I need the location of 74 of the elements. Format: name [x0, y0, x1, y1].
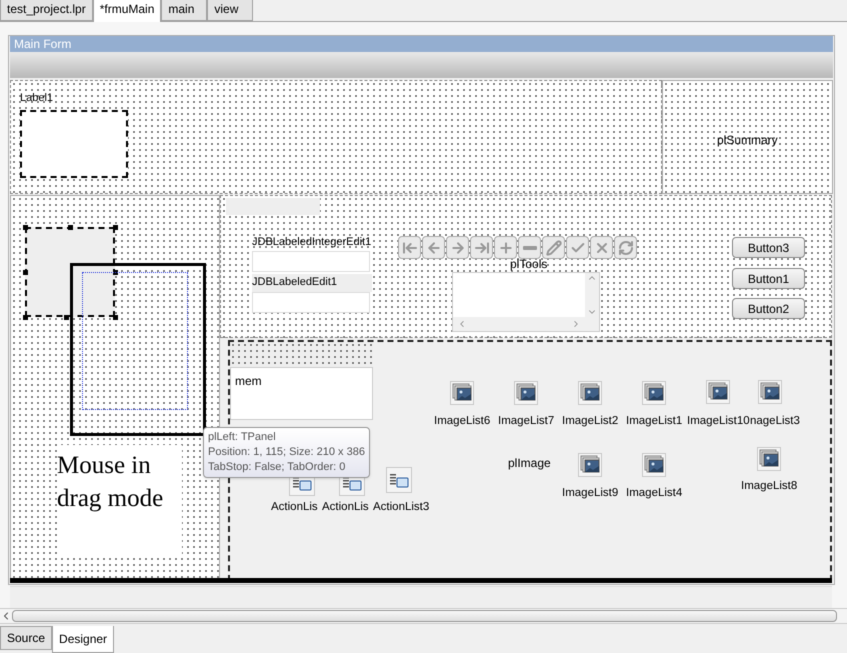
document-tab[interactable]: test_project.lpr	[0, 0, 93, 21]
input-field[interactable]	[252, 251, 370, 272]
navigator-button[interactable]	[518, 236, 541, 259]
navigator-button[interactable]	[542, 236, 565, 259]
plus-icon	[498, 240, 514, 256]
component-name: ImageList7	[498, 414, 554, 429]
document-tab[interactable]: main	[161, 0, 208, 21]
image-list-icon	[642, 381, 666, 405]
resize-handle[interactable]	[113, 270, 118, 275]
form-button[interactable]: Button1	[732, 268, 805, 289]
component-name: ImageList10	[687, 414, 750, 429]
navigator-button[interactable]	[446, 236, 469, 259]
resize-handle[interactable]	[113, 315, 118, 320]
selected-component[interactable]	[25, 227, 115, 317]
component-name: ActionList3	[373, 500, 430, 515]
input-field[interactable]	[252, 292, 370, 313]
image-list-icon	[642, 453, 666, 477]
tooltip-line: Position: 1, 115; Size: 210 x 386	[208, 445, 365, 460]
component-name: ImageList2	[562, 414, 618, 429]
component-name: ImageList1	[626, 414, 682, 429]
resize-handle[interactable]	[23, 225, 28, 230]
image-list-icon	[758, 380, 782, 404]
component-name: nageList3	[750, 414, 800, 429]
resize-handle[interactable]	[68, 225, 73, 230]
component-name: ImageList9	[562, 486, 618, 501]
component-name: ImageList8	[741, 479, 798, 494]
image-list-icon	[514, 381, 538, 405]
summary-caption: plSummary	[717, 132, 778, 149]
navigator-button[interactable]	[614, 236, 637, 259]
component-name: ActionLis	[271, 500, 318, 515]
form-button[interactable]: Button2	[732, 298, 805, 319]
horizontal-scrollbar[interactable]	[0, 608, 847, 624]
document-tab[interactable]: Designer	[52, 626, 114, 653]
image-list-icon	[578, 453, 602, 477]
action-list-icon	[386, 467, 412, 493]
last-record-icon	[474, 240, 490, 256]
field-label: JDBLabeledIntegerEdit1	[252, 235, 372, 250]
navigator-button[interactable]	[470, 236, 493, 259]
form-title: Main Form	[10, 36, 833, 52]
tooltip-line: plLeft: TPanel	[208, 430, 277, 445]
panel-caption: plTools	[510, 258, 548, 271]
navigator-button[interactable]	[422, 236, 445, 259]
image-list-icon	[450, 381, 474, 405]
pencil-icon	[546, 240, 562, 256]
tooltip-line: TabStop: False; TabOrder: 0	[208, 460, 346, 475]
field-label: JDBLabeledEdit1	[252, 274, 372, 292]
image-list-icon	[706, 380, 730, 404]
navigator-button[interactable]	[566, 236, 589, 259]
resize-handle[interactable]	[113, 225, 118, 230]
resize-handle[interactable]	[64, 315, 69, 320]
document-tab[interactable]: view	[207, 0, 254, 21]
first-record-icon	[402, 240, 418, 256]
document-tab[interactable]: Source	[0, 626, 52, 650]
memo-box[interactable]: mem	[230, 367, 373, 420]
component-name: ImageList6	[434, 414, 490, 429]
document-tab[interactable]: *frmuMain	[92, 0, 162, 22]
panel-caption: plImage	[508, 455, 551, 472]
left-arrow-icon	[426, 240, 442, 256]
minus-icon	[522, 246, 536, 250]
scroll-thumb[interactable]	[12, 610, 837, 622]
resize-handle[interactable]	[23, 270, 28, 275]
image-list-icon	[757, 447, 781, 471]
navigator-button[interactable]	[494, 236, 517, 259]
image-list-icon	[578, 381, 602, 405]
refresh-icon	[618, 240, 634, 256]
navigator-button[interactable]	[590, 236, 613, 259]
label-text: Label1	[20, 91, 54, 106]
resize-handle[interactable]	[23, 315, 28, 320]
component-name: ActionLis	[322, 500, 369, 515]
list-box[interactable]	[452, 272, 600, 332]
right-arrow-icon	[450, 240, 466, 256]
form-button[interactable]: Button3	[732, 237, 805, 258]
navigator-button[interactable]	[398, 236, 421, 259]
component-name: ImageList4	[626, 486, 682, 501]
